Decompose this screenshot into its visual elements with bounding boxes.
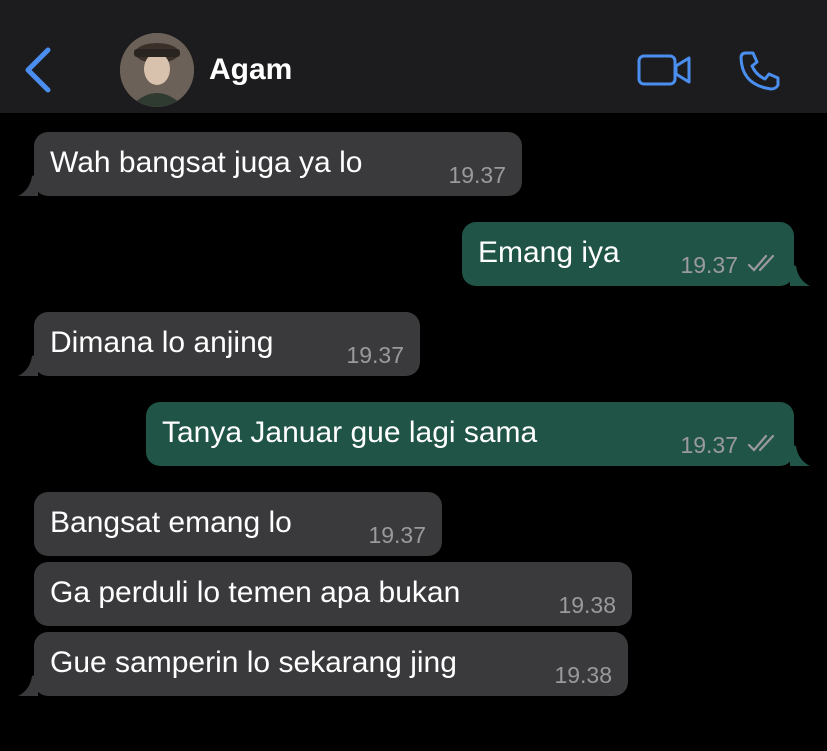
message-text: Bangsat emang lo [50, 506, 292, 539]
message-text: Emang iya [478, 236, 620, 269]
message-time: 19.37 [680, 432, 738, 458]
message-text: Dimana lo anjing [50, 326, 274, 359]
message-bubble-outgoing[interactable]: Tanya Januar gue lagi sama 19.37 [146, 402, 810, 466]
message-time: 19.37 [448, 162, 506, 188]
bubble-tail [18, 174, 38, 196]
contact-avatar[interactable] [120, 33, 194, 107]
read-ticks-icon [747, 254, 775, 272]
message-bubble-incoming[interactable]: Bangsat emang lo 19.37 [34, 492, 442, 556]
message-time: 19.38 [554, 662, 612, 688]
message-time: 19.38 [558, 592, 616, 618]
message-bubble-incoming[interactable]: Dimana lo anjing 19.37 [18, 312, 420, 376]
message-time: 19.37 [368, 522, 426, 548]
message-bubble-outgoing[interactable]: Emang iya 19.37 [462, 222, 810, 286]
message-text: Ga perduli lo temen apa bukan [50, 576, 461, 609]
phone-call-icon[interactable] [738, 49, 782, 91]
message-bubble-incoming[interactable]: Wah bangsat juga ya lo 19.37 [18, 132, 522, 196]
bubble-tail [18, 354, 38, 376]
back-chevron-icon[interactable] [18, 44, 58, 96]
bubble-tail [790, 444, 810, 466]
message-time: 19.37 [680, 252, 738, 278]
message-text: Wah bangsat juga ya lo [50, 146, 363, 179]
read-ticks-icon [747, 434, 775, 452]
message-text: Tanya Januar gue lagi sama [162, 416, 538, 449]
chat-header: Agam [0, 0, 827, 113]
bubble-tail [18, 674, 38, 696]
contact-name[interactable]: Agam [209, 53, 292, 87]
message-bubble-incoming[interactable]: Gue samperin lo sekarang jing 19.38 [18, 632, 628, 696]
video-call-icon[interactable] [636, 50, 692, 88]
message-bubble-incoming[interactable]: Ga perduli lo temen apa bukan 19.38 [34, 562, 632, 626]
bubble-tail [790, 264, 810, 286]
message-text: Gue samperin lo sekarang jing [50, 646, 457, 679]
message-time: 19.37 [346, 342, 404, 368]
